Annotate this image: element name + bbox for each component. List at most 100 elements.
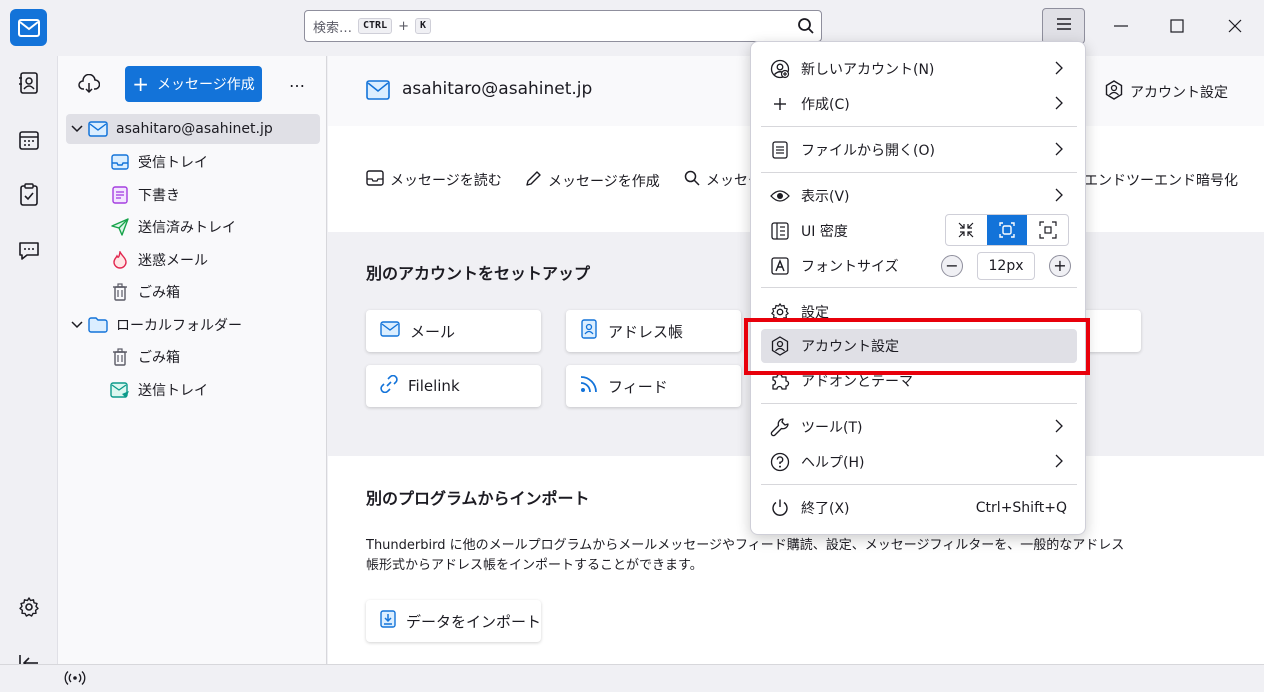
setup-filelink-card[interactable]: Filelink [366, 365, 541, 407]
menu-settings[interactable]: 設定 [761, 295, 1077, 329]
help-icon [769, 451, 791, 473]
menu-new[interactable]: 作成(C) [761, 87, 1077, 121]
account-row[interactable]: asahitaro@asahinet.jp [66, 114, 320, 144]
local-folders-row[interactable]: ローカルフォルダー [66, 310, 320, 340]
account-mail-icon [88, 119, 108, 139]
outbox-icon [110, 380, 130, 400]
menu-open-file[interactable]: ファイルから開く(O) [761, 133, 1077, 167]
chevron-right-icon [1055, 61, 1063, 79]
font-size-increase-button[interactable]: + [1049, 255, 1071, 277]
chevron-right-icon [1055, 142, 1063, 160]
density-normal-button[interactable] [986, 215, 1028, 245]
chat-icon[interactable] [16, 238, 42, 264]
chevron-right-icon [1055, 419, 1063, 437]
chevron-right-icon [1055, 188, 1063, 206]
folder-outbox[interactable]: 送信トレイ [66, 375, 320, 405]
folder-inbox[interactable]: 受信トレイ [66, 147, 320, 177]
menu-quit[interactable]: 終了(X) Ctrl+Shift+Q [761, 491, 1077, 525]
eye-icon [769, 185, 791, 207]
import-data-button[interactable]: データをインポート [366, 600, 541, 642]
account-mail-icon [366, 80, 390, 104]
menu-font-size: フォントサイズ [761, 249, 941, 283]
search-input[interactable]: 検索… CTRL + K [304, 10, 822, 42]
folder-junk[interactable]: 迷惑メール [66, 245, 320, 275]
tasks-icon[interactable] [16, 182, 42, 208]
plus-icon: + [132, 72, 150, 96]
get-messages-icon[interactable] [78, 73, 101, 98]
address-book-icon[interactable] [16, 70, 42, 96]
status-bar [0, 664, 1264, 692]
calendar-icon[interactable] [16, 127, 42, 153]
settings-gear-icon[interactable] [16, 594, 42, 620]
compose-button[interactable]: + メッセージ作成 [125, 66, 262, 102]
address-book-icon [580, 319, 598, 343]
menu-view[interactable]: 表示(V) [761, 179, 1077, 213]
account-settings-label: アカウント設定 [1130, 85, 1228, 101]
wrench-icon [769, 416, 791, 438]
menu-separator [761, 287, 1077, 288]
menu-tools[interactable]: ツール(T) [761, 410, 1077, 444]
read-messages-link[interactable]: メッセージを読む [366, 170, 502, 190]
menu-new-label: 作成(C) [801, 97, 850, 113]
folder-pane-more-button[interactable]: … [289, 72, 305, 91]
font-size-value: 12px [977, 252, 1035, 280]
folder-sent[interactable]: 送信済みトレイ [66, 212, 320, 242]
folder-label: 送信トレイ [138, 383, 208, 399]
setup-filelink-label: Filelink [408, 377, 460, 395]
folder-local-trash[interactable]: ごみ箱 [66, 342, 320, 372]
shortcut-key-ctrl: CTRL [358, 18, 393, 34]
local-folders-label: ローカルフォルダー [116, 318, 242, 334]
menu-view-label: 表示(V) [801, 189, 850, 205]
search-placeholder: 検索… [313, 20, 353, 36]
search-icon[interactable] [797, 17, 815, 39]
folder-label: 下書き [138, 188, 180, 204]
menu-quit-shortcut: Ctrl+Shift+Q [975, 500, 1067, 516]
setup-mail-card[interactable]: メール [366, 310, 541, 352]
close-button[interactable] [1210, 8, 1260, 44]
e2e-encryption-link[interactable]: エンドツーエンド暗号化 [1084, 170, 1238, 190]
menu-account-settings-label: アカウント設定 [801, 339, 899, 355]
folder-label: ごみ箱 [138, 285, 180, 301]
setup-mail-label: メール [410, 322, 456, 341]
menu-separator [761, 126, 1077, 127]
folder-pane: + メッセージ作成 … asahitaro@asahinet.jp 受信トレイ … [57, 56, 327, 664]
density-touch-button[interactable] [1027, 215, 1068, 245]
app-menu-button[interactable] [1042, 8, 1085, 44]
gear-icon [769, 301, 791, 323]
menu-addons[interactable]: アドオンとテーマ [761, 364, 1077, 398]
plus-icon [769, 93, 791, 115]
menu-open-file-label: ファイルから開く(O) [801, 143, 935, 159]
minimize-button[interactable] [1096, 8, 1146, 44]
folder-trash[interactable]: ごみ箱 [66, 277, 320, 307]
inbox-icon [366, 170, 384, 190]
folder-drafts[interactable]: 下書き [66, 180, 320, 210]
setup-addressbook-card[interactable]: アドレス帳 [566, 310, 741, 352]
account-settings-link[interactable]: アカウント設定 [1104, 80, 1228, 104]
density-icon [769, 220, 791, 242]
maximize-button[interactable] [1152, 8, 1202, 44]
setup-feed-card[interactable]: フィード [566, 365, 741, 407]
menu-tools-label: ツール(T) [801, 420, 863, 436]
density-compact-button[interactable] [946, 215, 987, 245]
chevron-right-icon [1055, 454, 1063, 472]
puzzle-piece-icon [769, 370, 791, 392]
junk-icon [110, 250, 130, 270]
menu-help-label: ヘルプ(H) [801, 455, 865, 471]
menu-quit-label: 終了(X) [801, 501, 850, 517]
menu-account-settings[interactable]: アカウント設定 [761, 329, 1077, 363]
font-size-control: − 12px + [941, 251, 1071, 281]
trash-icon [110, 282, 130, 302]
menu-help[interactable]: ヘルプ(H) [761, 445, 1077, 479]
online-status-icon[interactable] [64, 670, 86, 690]
trash-icon [110, 347, 130, 367]
folder-icon [88, 315, 108, 335]
chevron-down-icon[interactable] [66, 125, 88, 133]
thunderbird-mail-icon[interactable] [10, 9, 47, 46]
import-data-label: データをインポート [406, 612, 542, 631]
menu-new-account[interactable]: 新しいアカウント(N) [761, 52, 1077, 86]
chevron-down-icon[interactable] [66, 321, 88, 329]
font-size-decrease-button[interactable]: − [941, 255, 963, 277]
menu-font-size-label: フォントサイズ [801, 259, 899, 275]
compose-message-link[interactable]: メッセージを作成 [524, 170, 660, 192]
power-icon [769, 497, 791, 519]
